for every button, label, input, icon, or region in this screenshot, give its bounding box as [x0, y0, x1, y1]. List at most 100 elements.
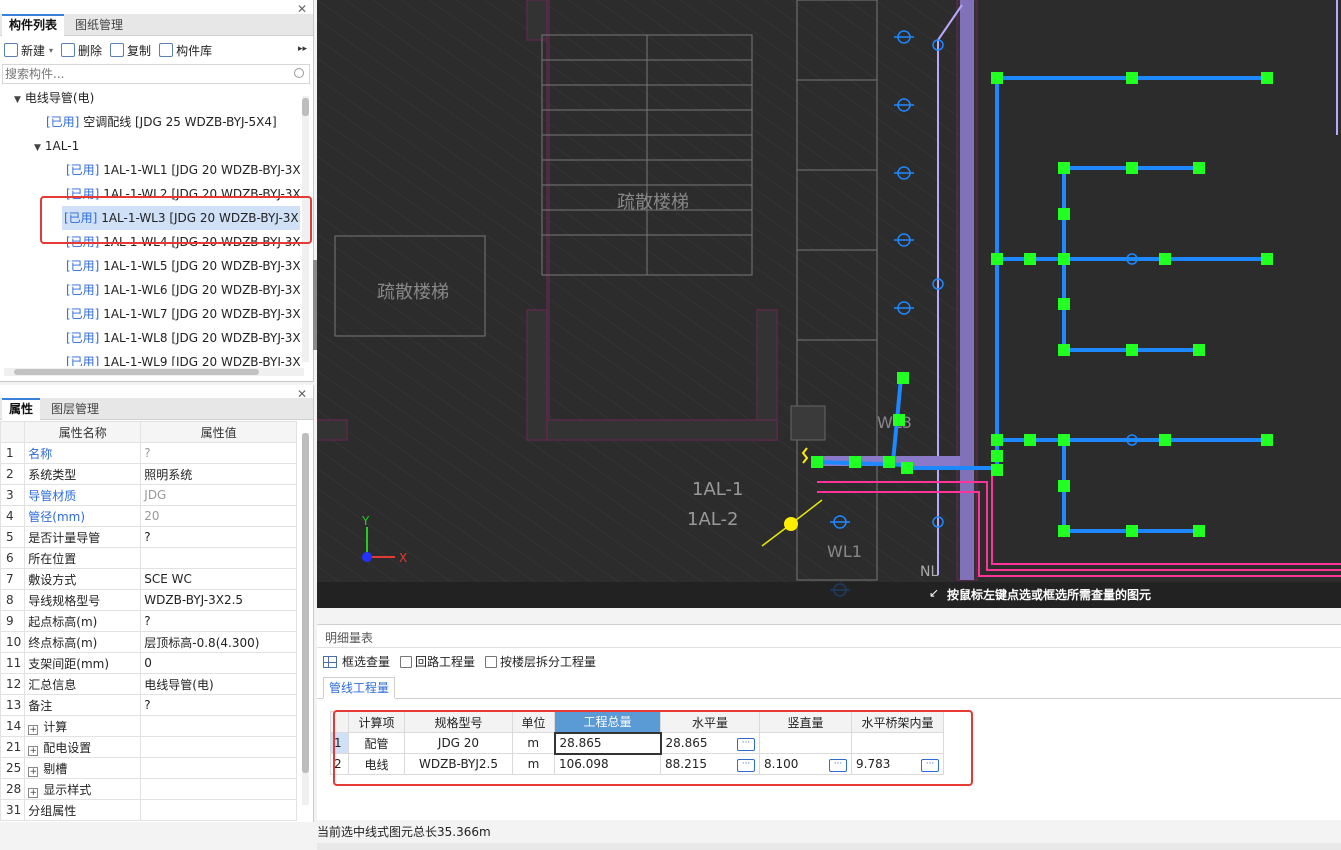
tree-root-label: 电线导管(电)	[24, 91, 95, 105]
tab-drawing-management[interactable]: 图纸管理	[68, 14, 130, 36]
scroll-thumb[interactable]	[302, 98, 309, 116]
property-value[interactable]: 照明系统	[140, 463, 297, 485]
search-box[interactable]	[2, 64, 310, 84]
expand-plus-icon[interactable]: +	[28, 745, 39, 756]
copy-button[interactable]: 复制	[110, 42, 151, 59]
search-icon[interactable]	[294, 68, 304, 78]
property-row[interactable]: 7 敷设方式 SCE WC	[0, 568, 297, 590]
properties-scrollbar[interactable]	[302, 433, 309, 805]
new-icon	[4, 43, 18, 57]
tree-item[interactable]: [已用] 1AL-1-WL5 [JDG 20 WDZB-BYJ-3X	[66, 254, 300, 278]
more-icon[interactable]: ▸▸	[298, 44, 307, 54]
property-name: 导管材质	[24, 484, 142, 506]
scroll-thumb[interactable]	[14, 369, 259, 375]
tab-component-list[interactable]: 构件列表	[2, 14, 65, 36]
tree-item[interactable]: [已用] 空调配线 [JDG 25 WDZB-BYJ-5X4]	[46, 110, 277, 134]
delete-button[interactable]: 删除	[61, 42, 102, 59]
tree-item-label: 1AL-1-WL8 [JDG 20 WDZB-BYJ-3X	[99, 331, 300, 345]
bottom-toolbar-strip	[317, 843, 1341, 850]
property-name-label: 敷设方式	[28, 572, 77, 587]
tree-item[interactable]: [已用] 1AL-1-WL6 [JDG 20 WDZB-BYJ-3X	[66, 278, 300, 302]
tree-item[interactable]: [已用] 1AL-1-WL8 [JDG 20 WDZB-BYJ-3X	[66, 326, 300, 350]
property-value[interactable]: 0	[140, 652, 297, 674]
box-select-button[interactable]: 框选查量	[323, 653, 390, 670]
checkbox-icon[interactable]	[400, 655, 413, 668]
tab-layer-management[interactable]: 图层管理	[44, 398, 106, 420]
property-value[interactable]: ?	[140, 442, 297, 464]
property-row[interactable]: 31 分组属性	[0, 799, 297, 821]
search-input[interactable]	[3, 65, 283, 83]
property-value[interactable]: 层顶标高-0.8(4.300)	[140, 631, 297, 653]
component-library-button[interactable]: 构件库	[159, 42, 212, 59]
property-row[interactable]: 9 起点标高(m)?	[0, 610, 297, 632]
property-name[interactable]: + 显示样式	[24, 778, 142, 800]
expand-arrow-icon[interactable]: ▼	[14, 95, 21, 105]
properties-table: 属性名称 属性值 1 名称? 2 系统类型 照明系统 3 导管材质 JDG 4 管径(mm) 20 5…	[0, 421, 297, 821]
property-value[interactable]	[140, 757, 297, 779]
expand-arrow-icon[interactable]: ▼	[34, 143, 41, 153]
property-row[interactable]: 13 备注?	[0, 694, 297, 716]
new-button[interactable]: 新建 ▾	[4, 42, 53, 59]
tree-item[interactable]: [已用] 1AL-1-WL7 [JDG 20 WDZB-BYJ-3X	[66, 302, 300, 326]
property-value[interactable]: WDZB-BYJ-3X2.5	[140, 589, 297, 611]
property-value[interactable]	[140, 547, 297, 569]
property-row[interactable]: 5 是否计量导管?	[0, 526, 297, 548]
property-index: 11	[0, 652, 26, 674]
property-row[interactable]: 3 导管材质 JDG	[0, 484, 297, 506]
cad-canvas[interactable]: 疏散楼梯 疏散楼梯 1AL-1 1AL-2 WL1 WL3 NL	[317, 0, 1341, 608]
property-name[interactable]: + 计算	[24, 715, 142, 737]
property-value[interactable]: 电线导管(电)	[140, 673, 297, 695]
property-value[interactable]: JDG	[140, 484, 297, 506]
tree-root[interactable]: ▼ 电线导管(电)	[14, 86, 94, 110]
property-row[interactable]: 8 导线规格型号 WDZB-BYJ-3X2.5	[0, 589, 297, 611]
property-value[interactable]	[140, 715, 297, 737]
equipment-box	[790, 405, 826, 441]
property-row[interactable]: 6 所在位置	[0, 547, 297, 569]
property-value[interactable]: 20	[140, 505, 297, 527]
loop-qty-checkbox[interactable]: 回路工程量	[400, 653, 475, 670]
property-name-label: 是否计量导管	[28, 530, 101, 545]
property-row[interactable]: 11 支架间距(mm) 0	[0, 652, 297, 674]
property-name[interactable]: + 配电设置	[24, 736, 142, 758]
expand-plus-icon[interactable]: +	[28, 724, 39, 735]
tree-group-1al-1[interactable]: ▼ 1AL-1	[34, 134, 79, 158]
property-name: 汇总信息	[24, 673, 142, 695]
box-select-label: 框选查量	[342, 655, 391, 669]
property-index: 28	[0, 778, 26, 800]
tab-properties[interactable]: 属性	[2, 398, 41, 420]
property-name-label: 导管材质	[28, 488, 77, 503]
checkbox-icon[interactable]	[485, 655, 498, 668]
property-value[interactable]: ?	[140, 526, 297, 548]
property-index: 14	[0, 715, 26, 737]
chevron-down-icon[interactable]: ▾	[49, 46, 53, 55]
property-row[interactable]: 1 名称?	[0, 442, 297, 464]
drawing-svg[interactable]: 疏散楼梯 疏散楼梯 1AL-1 1AL-2 WL1 WL3 NL	[317, 0, 1341, 608]
property-row[interactable]: 14 + 计算	[0, 715, 297, 737]
property-value[interactable]	[140, 799, 297, 821]
property-value[interactable]	[140, 736, 297, 758]
property-row[interactable]: 10 终点标高(m) 层顶标高-0.8(4.300)	[0, 631, 297, 653]
property-name-label: 终点标高(m)	[28, 635, 98, 650]
expand-plus-icon[interactable]: +	[28, 766, 39, 777]
property-name[interactable]: + 剔槽	[24, 757, 142, 779]
property-value[interactable]: ?	[140, 610, 297, 632]
tree-item[interactable]: [已用] 1AL-1-WL1 [JDG 20 WDZB-BYJ-3X	[66, 158, 300, 182]
expand-plus-icon[interactable]: +	[28, 787, 39, 798]
property-value[interactable]	[140, 778, 297, 800]
tree-item[interactable]: [已用] 1AL-1-WL9 [JDG 20 WDZB-BYJ-3X	[66, 350, 300, 366]
property-value[interactable]: ?	[140, 694, 297, 716]
property-row[interactable]: 25 + 剔槽	[0, 757, 297, 779]
scroll-thumb[interactable]	[302, 433, 309, 773]
property-name-label: 备注	[28, 698, 53, 713]
panel-label-1al-1: 1AL-1	[692, 479, 743, 500]
property-row[interactable]: 4 管径(mm) 20	[0, 505, 297, 527]
tree-horizontal-scrollbar[interactable]	[4, 368, 304, 376]
property-value[interactable]: SCE WC	[140, 568, 297, 590]
property-row[interactable]: 21 + 配电设置	[0, 736, 297, 758]
by-floor-checkbox[interactable]: 按楼层拆分工程量	[485, 653, 596, 670]
component-tabbar: 构件列表 图纸管理	[0, 14, 313, 36]
property-row[interactable]: 12 汇总信息 电线导管(电)	[0, 673, 297, 695]
tab-pipe-quantity[interactable]: 管线工程量	[323, 677, 396, 699]
property-row[interactable]: 2 系统类型 照明系统	[0, 463, 297, 485]
property-row[interactable]: 28 + 显示样式	[0, 778, 297, 800]
